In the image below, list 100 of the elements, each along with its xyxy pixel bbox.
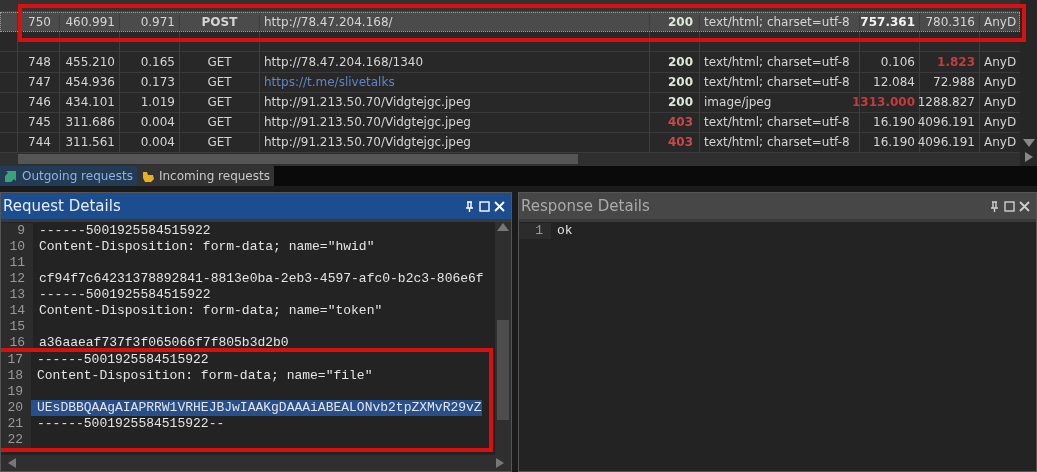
line-number: 13 xyxy=(1,287,33,303)
table-cell: 744 xyxy=(28,135,51,150)
code-line: cf94f7c64231378892841-8813e0ba-2eb3-4597-afc0-b2c3-806e6f xyxy=(38,271,484,287)
table-cell: 311.561 xyxy=(65,135,115,150)
table-cell: 0.971 xyxy=(140,14,175,29)
tab[interactable]: Outgoing requests xyxy=(0,166,137,186)
code-line: ok xyxy=(556,223,573,239)
tab[interactable]: Incoming requests xyxy=(136,166,274,186)
down-arrow-icon xyxy=(1021,138,1036,148)
table-cell: 403 xyxy=(667,135,693,150)
line-number: 14 xyxy=(1,303,33,319)
table-cell: http://91.213.50.70/Vidgtejgc.jpeg xyxy=(264,135,471,150)
line-number: 19 xyxy=(1,384,31,400)
panel-title: Response Details xyxy=(521,197,651,215)
table-cell: 746 xyxy=(28,95,51,110)
table-cell: 748 xyxy=(28,55,51,69)
scrollbar[interactable] xyxy=(1020,0,1037,166)
line-number: 15 xyxy=(1,319,33,335)
table-cell: 455.210 xyxy=(65,55,115,69)
pin-icon xyxy=(989,200,1000,212)
table-cell: 745 xyxy=(28,115,51,130)
table-cell: POST xyxy=(201,14,238,29)
table-cell: 4096.191 xyxy=(917,135,975,150)
table-cell: http://78.47.204.168/1340 xyxy=(264,55,424,69)
line-number: 12 xyxy=(1,271,33,287)
table-cell: 311.686 xyxy=(65,115,115,130)
code-line: Content-Disposition: form-data; name="hwid" xyxy=(38,239,375,255)
table-cell: http://91.213.50.70/Vidgtejgc.jpeg xyxy=(264,115,471,130)
table-cell: GET xyxy=(207,55,232,69)
code-line: Content-Disposition: form-data; name="file" xyxy=(36,368,373,384)
table-cell: 200 xyxy=(667,75,693,90)
table-row[interactable]: 746 434.101 1.019 GET http://91.213.50.70/Vidgtejgc.jpeg 200 image/jpeg 1313.000 1288.827 AnyD xyxy=(0,92,1020,113)
table-cell: 780.316 xyxy=(925,14,975,29)
code-line: a36aaeaf737f3f065066f7f805b3d2b0 xyxy=(38,335,289,351)
table-cell: AnyD xyxy=(984,75,1017,90)
table-cell: 12.084 xyxy=(873,75,915,90)
code-line: ------5001925584515922 xyxy=(38,287,211,303)
table-cell: AnyD xyxy=(984,115,1017,130)
table-cell: 0.004 xyxy=(140,115,175,130)
table-cell: 1288.827 xyxy=(917,95,975,110)
table-cell: text/html; charset=utf-8 xyxy=(704,115,850,130)
table-row[interactable]: 744 311.561 0.004 GET http://91.213.50.70/Vidgtejgc.jpeg 403 text/html; charset=utf-8 16.190 4096.191 AnyD xyxy=(0,132,1020,153)
table-cell: 0.173 xyxy=(140,75,175,90)
code-line: ------5001925584515922-- xyxy=(36,416,225,432)
arrow-icon xyxy=(4,169,18,183)
url-link[interactable]: https://t.me/slivetalks xyxy=(264,75,395,90)
panel-title: Request Details xyxy=(3,197,122,215)
table-cell: 0.106 xyxy=(880,55,915,69)
table-cell: 460.991 xyxy=(65,14,115,29)
table-cell: text/html; charset=utf-8 xyxy=(704,75,850,90)
table-cell: http://91.213.50.70/Vidgtejgc.jpeg xyxy=(264,95,471,110)
table-cell: AnyD xyxy=(984,14,1017,29)
table-cell: 403 xyxy=(667,115,693,130)
table-cell: AnyD xyxy=(984,55,1017,69)
up-arrow-icon xyxy=(496,222,510,232)
table-cell: GET xyxy=(207,135,232,150)
line-number: 21 xyxy=(1,416,31,432)
table-cell: 0.165 xyxy=(140,55,175,69)
table-cell: 434.101 xyxy=(65,95,115,110)
table-cell: text/html; charset=utf-8 xyxy=(704,14,850,29)
table-cell: 454.936 xyxy=(65,75,115,90)
line-number: 11 xyxy=(1,255,33,271)
line-number: 1 xyxy=(519,223,551,239)
table-cell: GET xyxy=(207,115,232,130)
line-number: 22 xyxy=(1,432,31,448)
table-row[interactable]: 748 455.210 0.165 GET http://78.47.204.168/1340 200 text/html; charset=utf-8 0.106 1.823 AnyD xyxy=(0,52,1020,73)
code-line: ------5001925584515922 xyxy=(38,223,211,239)
scrollbar[interactable] xyxy=(1,455,511,471)
table-cell: text/html; charset=utf-8 xyxy=(704,135,850,150)
maximize-icon xyxy=(1004,200,1015,212)
line-number: 9 xyxy=(1,223,33,239)
code-line: ------5001925584515922 xyxy=(36,352,209,368)
table-cell: GET xyxy=(207,95,232,110)
table-cell: 200 xyxy=(667,95,693,110)
table-cell: 1313.000 xyxy=(852,95,915,110)
scrollbar[interactable] xyxy=(495,222,511,455)
table-cell: 200 xyxy=(667,55,693,69)
line-number: 20 xyxy=(1,400,31,416)
close-icon xyxy=(1019,200,1030,212)
code-line: Content-Disposition: form-data; name="token" xyxy=(38,303,383,319)
table-cell: text/html; charset=utf-8 xyxy=(704,55,850,69)
table-cell: 72.988 xyxy=(933,75,975,90)
table-cell: image/jpeg xyxy=(704,95,772,110)
table-cell: 750 xyxy=(28,14,51,29)
table-cell: 16.190 xyxy=(873,115,915,130)
table-row[interactable]: 745 311.686 0.004 GET http://91.213.50.70/Vidgtejgc.jpeg 403 text/html; charset=utf-8 16.190 4096.191 AnyD xyxy=(0,112,1020,133)
table-cell: AnyD xyxy=(984,95,1017,110)
line-number: 17 xyxy=(1,352,31,368)
table-cell: 0.004 xyxy=(140,135,175,150)
table-cell: 1.019 xyxy=(140,95,175,110)
table-cell: 200 xyxy=(667,14,693,29)
line-number: 18 xyxy=(1,368,31,384)
table-row[interactable]: 750 460.991 0.971 POST http://78.47.204.168/ 200 text/html; charset=utf-8 757.361 780.316 AnyD xyxy=(0,12,1020,33)
close-icon xyxy=(494,200,505,212)
table-row[interactable]: 747 454.936 0.173 GET https://t.me/slivetalks 200 text/html; charset=utf-8 12.084 72.988 AnyD xyxy=(0,72,1020,93)
table-cell: AnyD xyxy=(984,135,1017,150)
maximize-icon xyxy=(479,200,490,212)
table-cell: http://78.47.204.168/ xyxy=(264,14,393,29)
line-number: 10 xyxy=(1,239,33,255)
pin-icon xyxy=(464,200,475,212)
